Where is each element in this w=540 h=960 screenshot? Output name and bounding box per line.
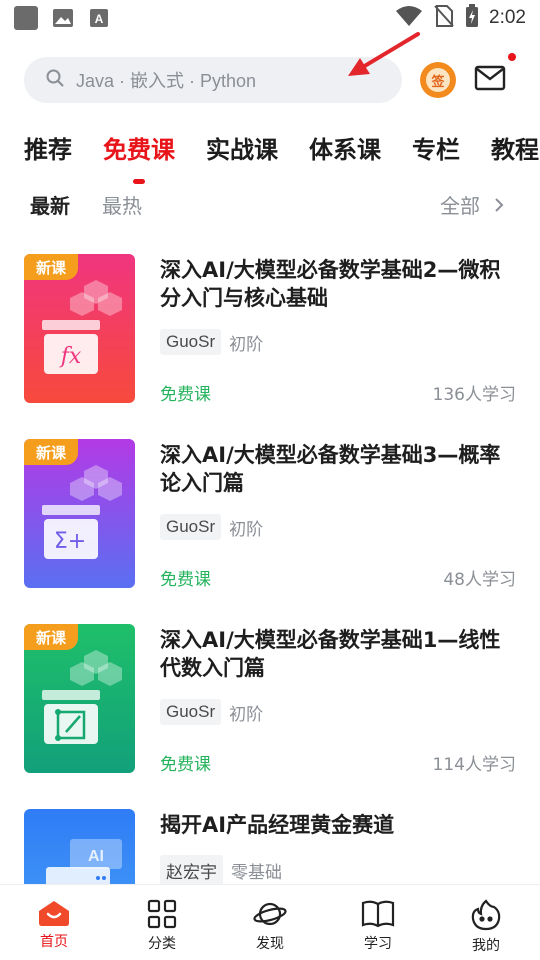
- checkin-button[interactable]: 签: [420, 62, 456, 98]
- course-author: GuoSr: [160, 329, 222, 355]
- course-author: GuoSr: [160, 699, 222, 725]
- nav-category-label: 分类: [148, 936, 176, 952]
- nav-study-label: 学习: [364, 936, 392, 952]
- course-thumbnail: fx 新课: [24, 254, 135, 403]
- svg-text:A: A: [95, 12, 104, 26]
- search-icon: [46, 69, 64, 91]
- bottom-nav: 首页 分类 发现 学习 我的: [0, 884, 540, 960]
- course-level: 零基础: [231, 863, 282, 883]
- nav-home[interactable]: 首页: [0, 885, 108, 960]
- status-bar: A 2:02: [0, 0, 540, 36]
- message-button[interactable]: [474, 53, 516, 95]
- new-course-badge: 新课: [24, 624, 78, 650]
- nav-discover[interactable]: 发现: [216, 885, 324, 960]
- fx-icon: fx: [59, 344, 82, 369]
- battery-charging-icon: [465, 4, 479, 32]
- unread-dot: [508, 53, 516, 61]
- course-thumbnail: Σ+ 新课: [24, 439, 135, 588]
- image-notification-icon: [52, 7, 74, 29]
- sort-hottest[interactable]: 最热: [102, 190, 142, 219]
- filter-all-button[interactable]: 全部: [440, 190, 504, 219]
- nav-study[interactable]: 学习: [324, 885, 432, 960]
- course-author: GuoSr: [160, 514, 222, 540]
- nav-home-label: 首页: [40, 934, 68, 950]
- nav-category[interactable]: 分类: [108, 885, 216, 960]
- course-level: 初阶: [229, 704, 264, 725]
- new-course-badge: 新课: [24, 254, 78, 280]
- tab-practical-course[interactable]: 实战课: [206, 130, 278, 172]
- course-title: 深入AI/大模型必备数学基础1—线性代数入门篇: [160, 628, 501, 680]
- checkin-label: 签: [426, 68, 450, 92]
- search-placeholder: Java · 嵌入式 · Python: [76, 71, 257, 91]
- course-card[interactable]: Σ+ 新课 深入AI/大模型必备数学基础3—概率论入门篇 GuoSr 初阶 免费…: [24, 439, 516, 590]
- course-thumbnail: 新课: [24, 624, 135, 773]
- annotation-arrow-icon: [348, 32, 420, 76]
- course-learners: 48人学习: [443, 570, 516, 590]
- course-title: 深入AI/大模型必备数学基础3—概率论入门篇: [160, 443, 501, 495]
- course-title: 揭开AI产品经理黄金赛道: [160, 813, 395, 837]
- course-price: 免费课: [160, 570, 211, 590]
- status-time: 2:02: [489, 7, 526, 28]
- tab-tutorial[interactable]: 教程: [491, 130, 539, 172]
- no-sim-icon: [433, 4, 455, 32]
- sigma-plus-icon: Σ+: [54, 529, 86, 554]
- font-notification-icon: A: [88, 7, 110, 29]
- course-card[interactable]: fx 新课 深入AI/大模型必备数学基础2—微积分入门与核心基础 GuoSr 初…: [24, 254, 516, 405]
- filter-all-label: 全部: [440, 194, 480, 218]
- planet-icon: [253, 902, 287, 926]
- course-author: 赵宏宇: [160, 855, 223, 886]
- tab-column[interactable]: 专栏: [412, 130, 460, 172]
- home-icon: [39, 901, 69, 926]
- sort-tabs: 最新 最热: [30, 190, 142, 219]
- course-learners: 114人学习: [432, 755, 516, 775]
- tab-system-course[interactable]: 体系课: [309, 130, 381, 172]
- nav-mine-label: 我的: [472, 938, 500, 954]
- grid-icon: [147, 899, 177, 929]
- new-course-badge: 新课: [24, 439, 78, 465]
- course-card[interactable]: 新课 深入AI/大模型必备数学基础1—线性代数入门篇 GuoSr 初阶 免费课 …: [24, 624, 516, 775]
- course-learners: 136人学习: [432, 385, 516, 405]
- svg-text:AI: AI: [88, 848, 104, 865]
- wifi-icon: [395, 5, 423, 31]
- course-price: 免费课: [160, 385, 211, 405]
- profile-flame-icon: [471, 899, 501, 931]
- course-title: 深入AI/大模型必备数学基础2—微积分入门与核心基础: [160, 258, 501, 310]
- app-notification-icon: [14, 6, 38, 30]
- tab-recommend[interactable]: 推荐: [24, 130, 72, 172]
- mail-icon: [474, 65, 506, 91]
- chevron-right-icon: [495, 197, 504, 212]
- course-price: 免费课: [160, 755, 211, 775]
- tab-free-course[interactable]: 免费课: [103, 130, 175, 184]
- nav-discover-label: 发现: [256, 936, 284, 952]
- nav-mine[interactable]: 我的: [432, 885, 540, 960]
- category-tabs: 推荐 免费课 实战课 体系课 专栏 教程: [24, 130, 540, 184]
- sort-newest[interactable]: 最新: [30, 190, 70, 219]
- book-icon: [361, 900, 395, 928]
- course-level: 初阶: [229, 519, 264, 540]
- course-level: 初阶: [229, 334, 264, 355]
